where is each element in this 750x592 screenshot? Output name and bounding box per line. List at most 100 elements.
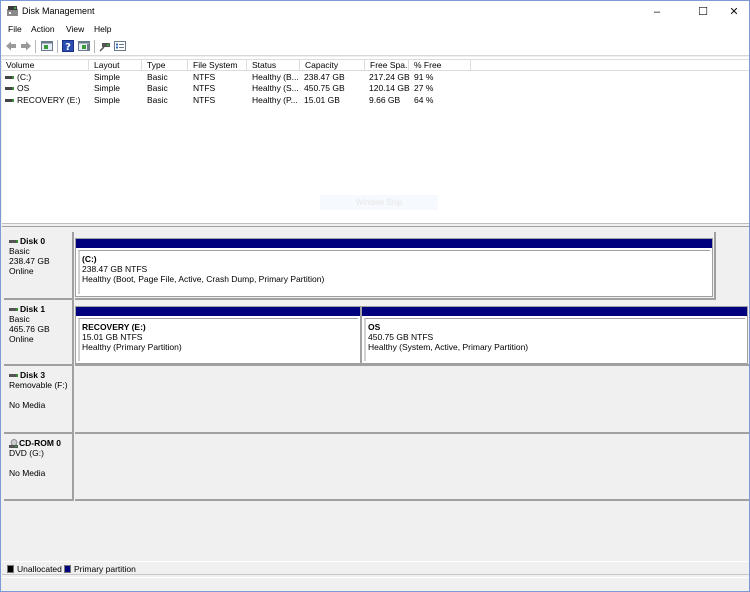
partition-name: OS <box>368 322 381 332</box>
close-button[interactable]: ✕ <box>717 1 750 22</box>
volume-free-space: 217.24 GB <box>369 72 410 82</box>
column-header-percent-free[interactable]: % Free <box>410 60 471 71</box>
volume-percent-free: 91 % <box>414 72 434 82</box>
menu-file[interactable]: File <box>8 24 22 34</box>
column-header-volume[interactable]: Volume <box>2 60 89 71</box>
partition-size: 238.47 GB NTFS <box>82 264 148 274</box>
disk-type: Basic <box>9 314 30 324</box>
volume-status: Healthy (B... <box>252 72 299 82</box>
legend-bar: Unallocated Primary partition <box>2 561 749 575</box>
volume-name: RECOVERY (E:) <box>17 95 81 105</box>
svg-text:?: ? <box>65 42 71 52</box>
column-header-type[interactable]: Type <box>143 60 188 71</box>
volume-file-system: NTFS <box>193 95 216 105</box>
partition-status: Healthy (Primary Partition) <box>82 342 182 352</box>
volume-list[interactable]: Volume Layout Type File System Status Ca… <box>2 57 749 223</box>
partition-c[interactable]: (C:) 238.47 GB NTFS Healthy (Boot, Page … <box>75 238 713 297</box>
volume-layout: Simple <box>94 72 120 82</box>
pane-splitter[interactable] <box>2 223 749 227</box>
volume-file-system: NTFS <box>193 72 216 82</box>
disk-state: Online <box>9 334 34 344</box>
disk-icon <box>9 374 18 378</box>
cd-rom-icon <box>9 439 18 449</box>
partition-recovery-e[interactable]: RECOVERY (E:) 15.01 GB NTFS Healthy (Pri… <box>75 306 361 364</box>
disk-empty-area <box>75 434 749 501</box>
disk-name: Disk 0 <box>20 236 46 246</box>
volume-layout: Simple <box>94 95 120 105</box>
volume-type: Basic <box>147 83 168 93</box>
disk-label-cd-rom-0[interactable]: CD-ROM 0 DVD (G:) No Media <box>4 434 74 501</box>
toolbar-separator <box>57 40 58 53</box>
column-header-capacity[interactable]: Capacity <box>301 60 365 71</box>
disk-state: Online <box>9 266 34 276</box>
toolbar-separator <box>35 40 36 53</box>
disk-partition-area: RECOVERY (E:) 15.01 GB NTFS Healthy (Pri… <box>75 300 749 366</box>
disk-state: No Media <box>9 400 46 410</box>
volume-name: OS <box>17 83 30 93</box>
title-bar[interactable]: Disk Management – ☐ ✕ <box>1 1 749 22</box>
menu-action[interactable]: Action <box>31 24 55 34</box>
help-icon[interactable]: ? <box>62 40 74 52</box>
partition-status: Healthy (Boot, Page File, Active, Crash … <box>82 274 325 284</box>
disk-graphical-view[interactable]: Disk 0 Basic 238.47 GB Online (C:) 238.4… <box>2 228 749 558</box>
partition-status: Healthy (System, Active, Primary Partiti… <box>368 342 529 352</box>
partition-size: 450.75 GB NTFS <box>368 332 434 342</box>
volume-file-system: NTFS <box>193 83 216 93</box>
partition-name: (C:) <box>82 254 97 264</box>
disk-row-cd-rom-0: CD-ROM 0 DVD (G:) No Media <box>2 434 749 501</box>
properties-list-icon[interactable] <box>114 40 126 52</box>
disk-size: 465.76 GB <box>9 324 50 334</box>
primary-partition-swatch <box>64 565 71 573</box>
menu-help[interactable]: Help <box>94 24 111 34</box>
legend-primary-partition: Primary partition <box>74 564 136 574</box>
volume-row[interactable]: RECOVERY (E:) Simple Basic NTFS Healthy … <box>2 95 749 106</box>
column-header-free-space[interactable]: Free Spa... <box>366 60 409 71</box>
status-bar <box>2 577 749 591</box>
volume-capacity: 450.75 GB <box>304 83 345 93</box>
volume-icon <box>5 76 14 80</box>
disk-row-disk-1: Disk 1 Basic 465.76 GB Online RECOVERY (… <box>2 300 749 366</box>
volume-name: (C:) <box>17 72 32 82</box>
disk-type: Removable (F:) <box>9 380 68 390</box>
partition-os[interactable]: OS 450.75 GB NTFS Healthy (System, Activ… <box>361 306 748 364</box>
unallocated-swatch <box>7 565 14 573</box>
column-header-status[interactable]: Status <box>248 60 300 71</box>
volume-row[interactable]: (C:) Simple Basic NTFS Healthy (B... 238… <box>2 72 749 83</box>
primary-partition-bar <box>362 307 747 316</box>
disk-row-disk-0: Disk 0 Basic 238.47 GB Online (C:) 238.4… <box>2 232 749 300</box>
volume-layout: Simple <box>94 83 120 93</box>
show-hide-console-tree-icon[interactable] <box>41 40 53 52</box>
disk-name: CD-ROM 0 <box>19 438 62 448</box>
volume-capacity: 238.47 GB <box>304 72 345 82</box>
disk-label-disk-1[interactable]: Disk 1 Basic 465.76 GB Online <box>4 300 74 366</box>
volume-percent-free: 64 % <box>414 95 434 105</box>
minimize-button[interactable]: – <box>640 1 674 22</box>
disk-label-disk-3[interactable]: Disk 3 Removable (F:) No Media <box>4 366 74 434</box>
partition-name: RECOVERY (E:) <box>82 322 146 332</box>
toolbar: ? <box>1 37 749 56</box>
back-arrow-icon[interactable] <box>5 40 17 52</box>
volume-row[interactable]: OS Simple Basic NTFS Healthy (S... 450.7… <box>2 83 749 94</box>
volume-free-space: 9.66 GB <box>369 95 401 105</box>
disk-type: Basic <box>9 246 30 256</box>
connect-disk-icon[interactable] <box>99 40 111 52</box>
forward-arrow-icon[interactable] <box>20 40 32 52</box>
disk-empty-area <box>75 366 749 434</box>
disk-management-app-icon <box>7 6 18 16</box>
window-snip-watermark: Window Snip <box>320 195 438 210</box>
show-action-pane-icon[interactable] <box>78 40 90 52</box>
disk-state: No Media <box>9 468 46 479</box>
disk-type: DVD (G:) <box>9 448 44 459</box>
volume-capacity: 15.01 GB <box>304 95 340 105</box>
column-header-layout[interactable]: Layout <box>90 60 142 71</box>
primary-partition-bar <box>76 307 360 316</box>
volume-status: Healthy (S... <box>252 83 299 93</box>
maximize-button[interactable]: ☐ <box>686 1 720 22</box>
volume-status: Healthy (P... <box>252 95 298 105</box>
column-header-file-system[interactable]: File System <box>189 60 247 71</box>
disk-label-disk-0[interactable]: Disk 0 Basic 238.47 GB Online <box>4 232 74 300</box>
disk-size: 238.47 GB <box>9 256 50 266</box>
partition-size: 15.01 GB NTFS <box>82 332 143 342</box>
disk-name: Disk 3 <box>20 370 46 380</box>
menu-view[interactable]: View <box>66 24 84 34</box>
